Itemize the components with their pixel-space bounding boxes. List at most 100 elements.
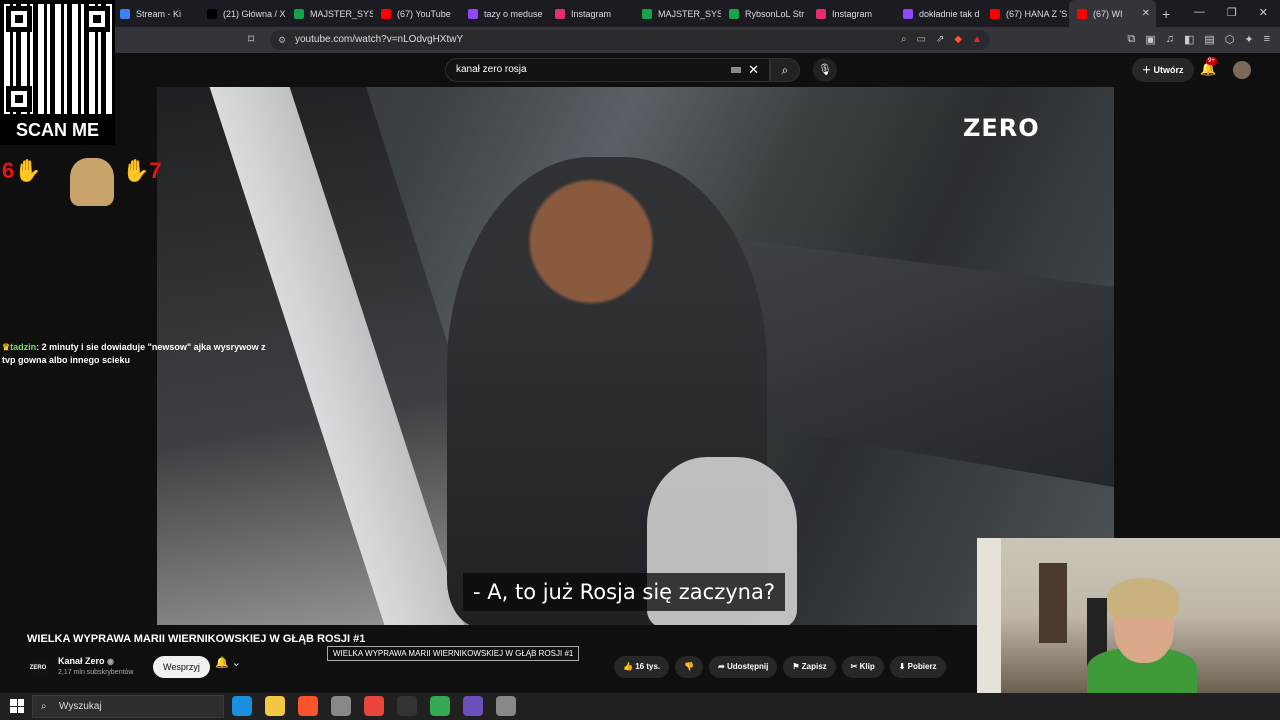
extension-icon[interactable]: ⧉: [1127, 33, 1135, 46]
brave-app-icon[interactable]: [298, 696, 318, 716]
wallet-icon[interactable]: ▤: [1204, 33, 1214, 46]
tab-label: MAJSTER_SYS: [658, 8, 721, 19]
new-tab-button[interactable]: +: [1162, 6, 1170, 22]
app-icon-8[interactable]: [463, 696, 483, 716]
reader-icon[interactable]: ▣: [1145, 33, 1155, 46]
clip-button[interactable]: ✂ Klip: [841, 656, 884, 678]
minimize-icon[interactable]: —: [1194, 6, 1205, 19]
dislike-button[interactable]: 👎: [675, 656, 704, 678]
app-icon-7[interactable]: [430, 696, 450, 716]
clip-label: Klip: [859, 662, 875, 671]
like-count: 16 tys.: [635, 662, 661, 671]
qr-finder: [6, 86, 32, 112]
vpn-icon[interactable]: ⬡: [1225, 33, 1235, 46]
app-icon-4[interactable]: [331, 696, 351, 716]
download-button[interactable]: ⬇ Pobierz: [889, 656, 946, 678]
brave-rewards-icon[interactable]: ▲: [972, 30, 982, 50]
brave-shield-icon[interactable]: ◆: [954, 30, 962, 50]
channel-avatar[interactable]: ZERO: [27, 657, 49, 679]
bell-icon: 🔔: [215, 657, 229, 669]
browser-tab[interactable]: Instagram: [547, 0, 634, 27]
tab-favicon-icon: [1077, 8, 1087, 19]
channel-watermark: ZERO: [963, 114, 1040, 142]
share-arrow-icon: ➦: [718, 662, 725, 671]
tab-label: tazy o meduse: [484, 8, 543, 19]
close-tab-icon[interactable]: ✕: [1142, 8, 1150, 19]
browser-tabbar: Stream - Ki (21) Główna / X MAJSTER_SYS (67…: [0, 0, 1280, 27]
browser-tab[interactable]: Instagram: [808, 0, 895, 27]
browser-tab[interactable]: MAJSTER_SYS: [634, 0, 721, 27]
webcam-hair: [1107, 578, 1179, 618]
music-icon[interactable]: ♫: [1166, 33, 1174, 46]
tab-label: Stream - Ki: [136, 8, 182, 19]
app-icon-6[interactable]: [397, 696, 417, 716]
close-window-icon[interactable]: ✕: [1259, 6, 1268, 19]
browser-tab[interactable]: Stream - Ki: [112, 0, 199, 27]
like-button[interactable]: 👍 16 tys.: [614, 656, 670, 678]
file-explorer-icon[interactable]: [265, 696, 285, 716]
app-icon-9[interactable]: [496, 696, 516, 716]
tab-label: RybsonLoL Str: [745, 8, 805, 19]
support-button[interactable]: Wesprzyj: [153, 656, 210, 678]
tab-label: (67) HANA Z 'S: [1006, 8, 1068, 19]
keyboard-icon[interactable]: [731, 67, 741, 73]
browser-tab[interactable]: (67) WI ✕: [1069, 0, 1156, 27]
cast-icon[interactable]: ▭: [917, 30, 926, 50]
sidebar-icon[interactable]: ◧: [1184, 33, 1194, 46]
edge-app-icon[interactable]: [232, 696, 252, 716]
save-button[interactable]: ⚑ Zapisz: [783, 656, 836, 678]
thumbs-up-icon: 👍: [623, 662, 633, 671]
tab-label: Instagram: [571, 8, 612, 19]
leo-icon[interactable]: ✦: [1244, 33, 1253, 46]
scissors-icon: ✂: [850, 662, 858, 671]
browser-tab[interactable]: dokładnie tak d: [895, 0, 982, 27]
subscription-bell-button[interactable]: 🔔 ⌄: [215, 656, 241, 669]
taskbar-apps: [232, 696, 516, 716]
search-input[interactable]: kanał zero rosja ✕: [445, 58, 770, 82]
browser-tab[interactable]: (67) YouTube: [373, 0, 460, 27]
bookmark-save-icon: ⚑: [792, 662, 800, 671]
create-button[interactable]: ＋ Utwórz: [1132, 58, 1194, 82]
notifications-button[interactable]: 🔔 9+: [1200, 57, 1217, 77]
thumbs-down-icon: 👎: [684, 662, 695, 671]
site-info-icon[interactable]: ⚙: [278, 30, 286, 50]
browser-tab[interactable]: (67) HANA Z 'S: [982, 0, 1069, 27]
start-button-icon[interactable]: [10, 699, 24, 713]
tab-strip: Stream - Ki (21) Główna / X MAJSTER_SYS (67…: [112, 0, 1156, 27]
channel-name[interactable]: Kanał Zero ◉: [58, 656, 114, 666]
hand-emote-icon: ✋7: [122, 158, 162, 183]
qr-label: SCAN ME: [15, 120, 99, 140]
windows-taskbar: ⌕ Wyszukaj: [0, 693, 1280, 720]
menu-icon[interactable]: ≡: [1264, 33, 1270, 46]
url-actions: ⌕ ▭ ⇗ ◆ ▲: [901, 30, 982, 50]
search-icon: ⌕: [781, 63, 789, 77]
bookmark-icon[interactable]: ⌑: [248, 32, 254, 46]
clear-search-icon[interactable]: ✕: [748, 59, 759, 81]
search-button[interactable]: ⌕: [770, 58, 800, 82]
window-controls: — ❐ ✕: [1194, 6, 1268, 19]
avatar[interactable]: [1233, 61, 1251, 79]
chat-text: : 2 minuty i sie dowiaduje "newsow" ajka…: [2, 342, 266, 365]
share-icon[interactable]: ⇗: [936, 30, 944, 50]
tab-label: MAJSTER_SYS: [310, 8, 373, 19]
tab-favicon-icon: [468, 8, 478, 19]
crown-badge-icon: ♛: [2, 342, 11, 352]
taskbar-search-input[interactable]: ⌕ Wyszukaj: [32, 695, 224, 718]
voice-search-button[interactable]: 🎙: [813, 58, 837, 82]
address-bar-row: ⌑ ⚙ youtube.com/watch?v=nLOdvgHXtwY ⌕ ▭ …: [0, 27, 1280, 53]
browser-tab[interactable]: MAJSTER_SYS: [286, 0, 373, 27]
tab-label: (21) Główna / X: [223, 8, 286, 19]
zoom-icon[interactable]: ⌕: [901, 30, 907, 50]
browser-tab[interactable]: (21) Główna / X: [199, 0, 286, 27]
chrome-app-icon[interactable]: [364, 696, 384, 716]
video-player[interactable]: [157, 87, 1114, 625]
share-button[interactable]: ➦ Udostępnij: [709, 656, 778, 678]
extensions-area: ⧉ ▣ ♫ ◧ ▤ ⬡ ✦ ≡: [1127, 33, 1270, 46]
subscriber-count: 2,17 mln subskrybentów: [58, 669, 134, 676]
webcam-overlay: [977, 538, 1280, 693]
browser-tab[interactable]: tazy o meduse: [460, 0, 547, 27]
url-field[interactable]: ⚙ youtube.com/watch?v=nLOdvgHXtwY ⌕ ▭ ⇗ …: [270, 30, 990, 50]
microphone-icon: 🎙: [818, 64, 832, 76]
maximize-icon[interactable]: ❐: [1227, 6, 1237, 19]
browser-tab[interactable]: RybsonLoL Str: [721, 0, 808, 27]
